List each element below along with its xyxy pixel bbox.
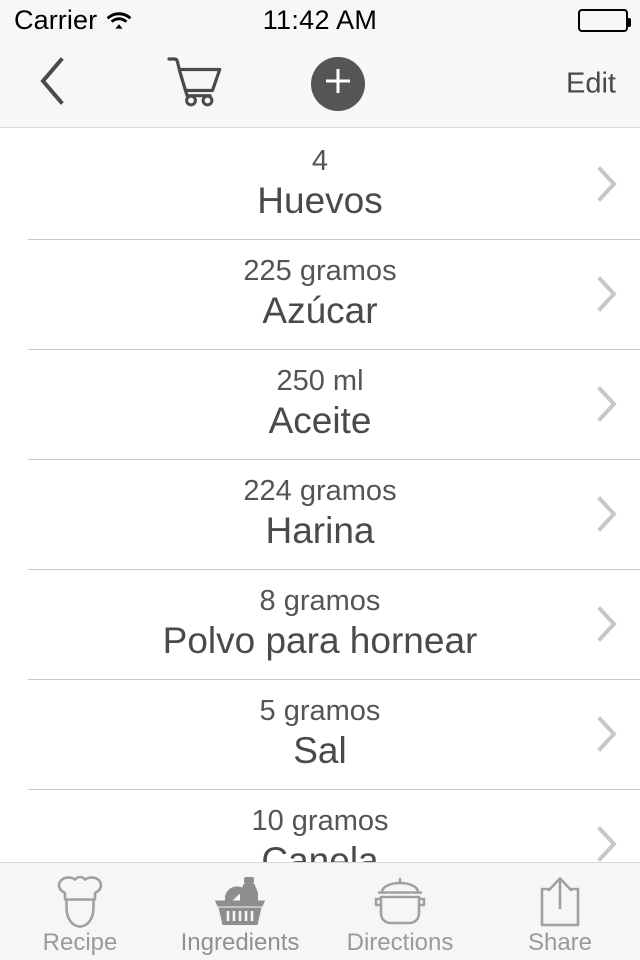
edit-button[interactable]: Edit (566, 69, 616, 98)
add-ingredient-button[interactable] (311, 56, 365, 111)
ingredient-row[interactable]: 10 gramos Canela (0, 789, 640, 862)
basket-icon (212, 875, 268, 929)
ingredient-quantity: 250 ml (276, 365, 364, 398)
ingredient-row[interactable]: 5 gramos Sal (0, 679, 640, 789)
ingredient-quantity: 4 (311, 145, 329, 178)
ingredient-row[interactable]: 224 gramos Harina (0, 459, 640, 569)
ingredient-name: Huevos (257, 180, 383, 222)
ingredient-name: Azúcar (262, 290, 378, 332)
chevron-left-icon (37, 56, 67, 111)
ingredient-row[interactable]: 225 gramos Azúcar (0, 239, 640, 349)
tab-bar: Recipe Ingredients Directions Share (0, 862, 640, 960)
ingredient-name: Polvo para hornear (162, 620, 478, 662)
tab-directions[interactable]: Directions (320, 863, 480, 960)
ingredient-name: Harina (265, 510, 375, 552)
tab-ingredients[interactable]: Ingredients (160, 863, 320, 960)
cooking-pot-icon (372, 875, 428, 929)
tab-share[interactable]: Share (480, 863, 640, 960)
status-bar-center: 11:42 AM (0, 0, 640, 40)
tab-label: Recipe (42, 929, 118, 956)
ingredient-name: Canela (261, 840, 379, 862)
tab-recipe[interactable]: Recipe (0, 863, 160, 960)
plus-icon (323, 66, 353, 101)
tab-label: Share (527, 929, 593, 956)
battery-full-icon (578, 8, 631, 32)
share-icon (537, 875, 583, 929)
ingredient-name: Aceite (268, 400, 372, 442)
ingredient-row[interactable]: 8 gramos Polvo para hornear (0, 569, 640, 679)
shopping-cart-icon (165, 54, 227, 113)
ingredient-quantity: 8 gramos (259, 585, 381, 618)
navigation-bar: Edit (0, 40, 640, 128)
status-bar-right (578, 0, 631, 40)
ingredient-quantity: 225 gramos (243, 255, 397, 288)
ingredient-name: Sal (293, 730, 347, 772)
chef-hat-icon (54, 875, 106, 929)
ingredients-list[interactable]: 4 Huevos 225 gramos Azúcar 250 ml Aceite 22… (0, 129, 640, 862)
ingredient-row[interactable]: 4 Huevos (0, 129, 640, 239)
shopping-cart-button[interactable] (160, 56, 232, 112)
back-button[interactable] (28, 56, 76, 111)
status-bar: Carrier 11:42 AM (0, 0, 640, 40)
tab-label: Directions (346, 929, 454, 956)
ingredient-quantity: 224 gramos (243, 475, 397, 508)
clock-label: 11:42 AM (262, 4, 378, 35)
ingredient-row[interactable]: 250 ml Aceite (0, 349, 640, 459)
tab-label: Ingredients (180, 929, 300, 956)
ingredient-quantity: 5 gramos (259, 695, 381, 728)
app-screen: Carrier 11:42 AM Edit 4 Huevos 225 gramo… (0, 0, 640, 960)
ingredient-quantity: 10 gramos (251, 805, 389, 838)
